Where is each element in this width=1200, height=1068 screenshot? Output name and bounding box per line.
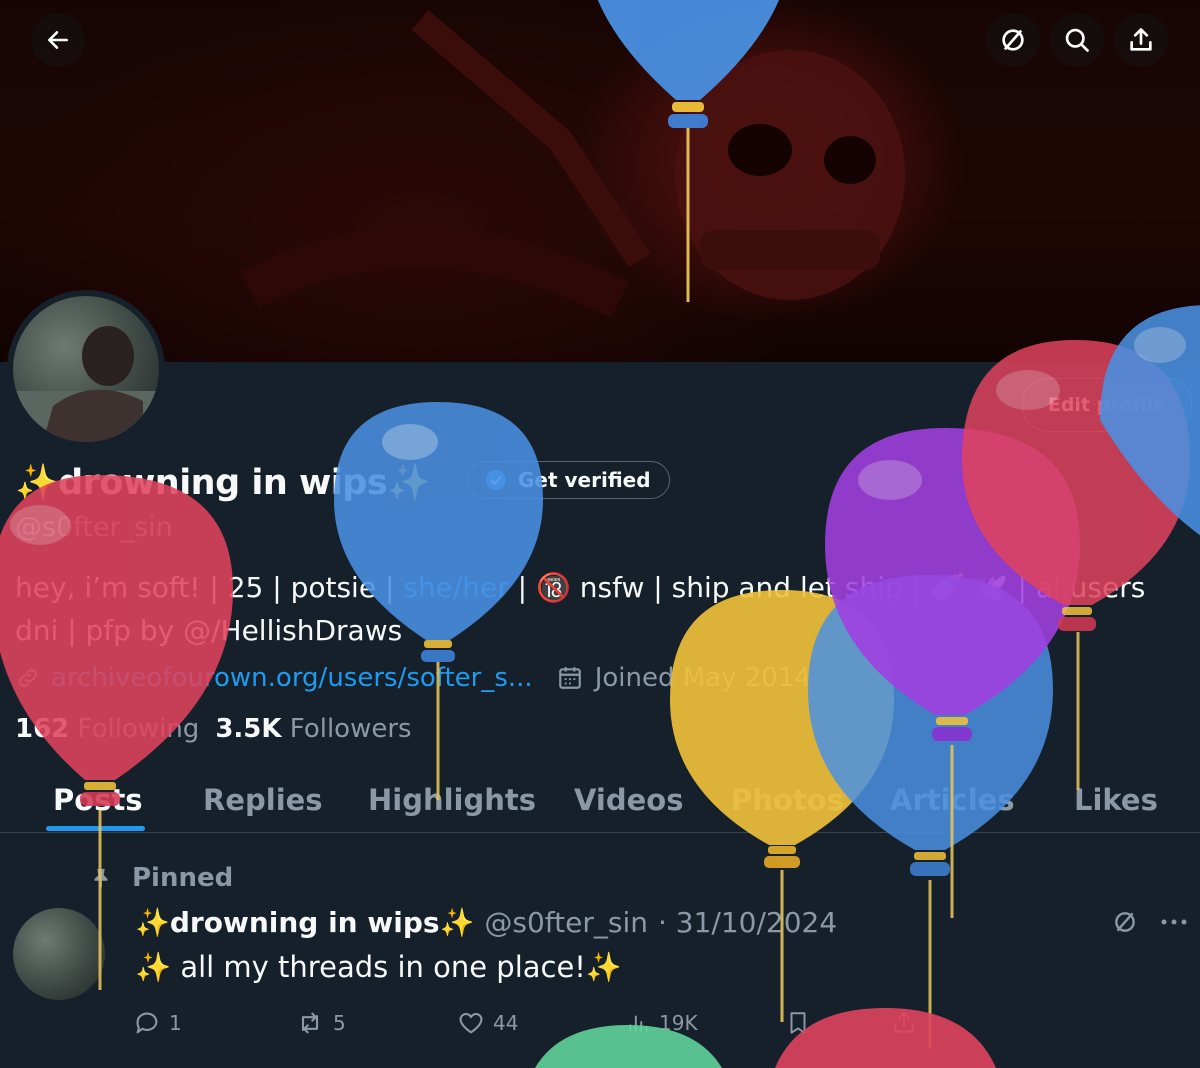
balloon-purple <box>825 428 1080 918</box>
search-icon <box>1065 28 1089 52</box>
views-button[interactable]: 19K <box>625 1006 698 1040</box>
tab-highlights[interactable]: Highlights <box>368 768 536 832</box>
followers-label: Followers <box>289 714 412 744</box>
tab-photos[interactable]: Photos <box>731 768 844 832</box>
post-date[interactable]: · 31/10/2024 <box>658 906 837 939</box>
tab-articles[interactable]: Articles <box>890 768 1015 832</box>
post-avatar[interactable] <box>13 908 105 1000</box>
post-author-name[interactable]: ✨drowning in wips✨ <box>135 906 474 939</box>
reply-icon <box>136 1012 158 1034</box>
bio-text-1: hey, i’m soft! | 25 | potsie | <box>15 571 404 604</box>
following-label: Following <box>77 714 200 744</box>
pin-icon <box>94 868 108 888</box>
upload-icon <box>894 1012 914 1033</box>
followers-count: 3.5K <box>215 714 282 744</box>
profile-tabs: Posts Replies Highlights Videos Photos A… <box>0 768 1200 833</box>
reply-count: 1 <box>169 1011 182 1035</box>
calendar-icon <box>558 667 581 689</box>
get-verified-button[interactable]: Get verified <box>467 461 670 499</box>
bio-pronouns: she/her <box>403 571 509 604</box>
get-verified-label: Get verified <box>518 468 651 492</box>
bio-mention-link[interactable]: @/HellishDraws <box>183 614 402 647</box>
follow-stats: 162 Following 3.5K Followers <box>15 714 412 744</box>
grok-button[interactable] <box>986 13 1040 67</box>
bookmark-icon <box>790 1012 806 1034</box>
display-name: ✨drowning in wips✨ <box>15 462 431 503</box>
pinned-indicator: Pinned <box>90 858 233 898</box>
like-button[interactable]: 44 <box>457 1006 518 1040</box>
tab-likes[interactable]: Likes <box>1074 768 1158 832</box>
avatar-artwork <box>13 326 159 442</box>
views-chart-icon <box>629 1015 648 1033</box>
slashed-circle-icon <box>1002 29 1024 51</box>
verified-badge-icon <box>486 470 506 490</box>
edit-profile-button[interactable]: Edit profile <box>1022 378 1192 432</box>
profile-meta: archiveofourown.org/users/softer_s... Jo… <box>15 660 811 696</box>
tab-posts[interactable]: Posts <box>53 768 143 832</box>
views-count: 19K <box>659 1011 698 1035</box>
profile-bio: hey, i’m soft! | 25 | potsie | she/her |… <box>15 566 1190 652</box>
profile-handle: @s0fter_sin <box>15 512 173 543</box>
upload-icon <box>1130 28 1152 51</box>
back-button[interactable] <box>31 13 85 67</box>
post-text: ✨ all my threads in one place!✨ <box>135 950 623 984</box>
following-count: 162 <box>15 714 70 744</box>
profile-website-link[interactable]: archiveofourown.org/users/softer_s... <box>51 663 533 693</box>
post-author-handle[interactable]: @s0fter_sin <box>484 906 648 939</box>
post-header-actions <box>1112 902 1188 942</box>
bio-text-2: | 🔞 nsfw | ship and let ship | 🍼 🕊️ | ai… <box>508 571 1146 604</box>
repost-icon <box>301 1012 319 1034</box>
repost-button[interactable]: 5 <box>295 1006 346 1040</box>
tab-replies[interactable]: Replies <box>203 768 323 832</box>
pinned-label: Pinned <box>132 863 234 893</box>
share-button[interactable] <box>1114 13 1168 67</box>
post-header: ✨drowning in wips✨ @s0fter_sin · 31/10/2… <box>135 902 837 942</box>
following-link[interactable]: 162 Following <box>15 714 199 744</box>
active-tab-indicator <box>46 826 145 831</box>
profile-name-row: ✨drowning in wips✨ <box>15 460 431 504</box>
more-options-icon[interactable] <box>1160 917 1188 927</box>
repost-count: 5 <box>333 1011 346 1035</box>
share-post-button[interactable] <box>891 1006 917 1040</box>
bio-text-3: dni | pfp by <box>15 614 184 647</box>
joined-date: Joined May 2014 <box>594 663 811 693</box>
link-icon <box>18 668 38 688</box>
avatar[interactable] <box>13 296 159 442</box>
reply-button[interactable]: 1 <box>133 1006 182 1040</box>
followers-link[interactable]: 3.5K Followers <box>215 714 411 744</box>
search-button[interactable] <box>1050 13 1104 67</box>
grok-explain-icon[interactable] <box>1112 909 1138 935</box>
arrow-left-icon <box>48 31 68 49</box>
bookmark-button[interactable] <box>785 1006 811 1040</box>
tab-videos[interactable]: Videos <box>574 768 684 832</box>
heart-icon <box>459 1012 483 1034</box>
like-count: 44 <box>493 1011 519 1035</box>
